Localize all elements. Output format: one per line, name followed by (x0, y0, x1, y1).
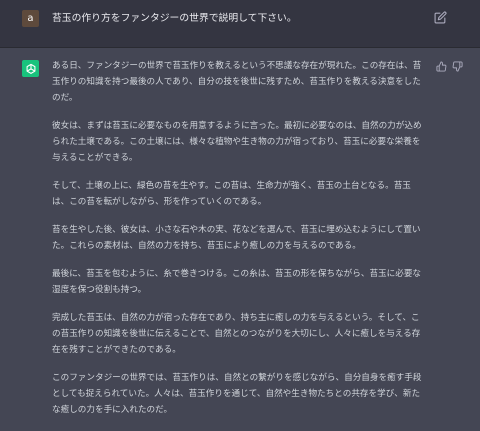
reply-paragraph: 完成した苔玉は、自然の力が宿った存在であり、持ち主に癒しの力を与えるという。そし… (52, 313, 421, 355)
reply-paragraph: ある日、ファンタジーの世界で苔玉作りを教えるという不思議な存在が現れた。この存在… (52, 61, 422, 103)
user-message-text: 苔玉の作り方をファンタジーの世界で説明して下さい。 (52, 13, 297, 24)
thumbs-up-icon[interactable] (436, 61, 447, 72)
thumbs-down-icon[interactable] (452, 61, 463, 72)
chatgpt-logo-icon (22, 60, 39, 77)
reply-paragraph: そして、土壌の上に、緑色の苔を生やす。この苔は、生命力が強く、苔玉の土台となる。… (52, 181, 411, 207)
reply-paragraph: 苔を生やした後、彼女は、小さな石や木の実、花などを選んで、苔玉に埋め込むようにし… (52, 225, 421, 251)
reply-paragraph: 彼女は、まずは苔玉に必要なものを用意するように言った。最初に必要なのは、自然の力… (52, 121, 422, 163)
reply-paragraph: このファンタジーの世界では、苔玉作りは、自然との繋がりを感じながら、自分自身を癒… (52, 373, 422, 415)
assistant-reply: ある日、ファンタジーの世界で苔玉作りを教えるという不思議な存在が現れた。この存在… (52, 58, 428, 430)
user-avatar: a (22, 10, 39, 27)
assistant-message-row: ある日、ファンタジーの世界で苔玉作りを教えるという不思議な存在が現れた。この存在… (0, 48, 480, 431)
edit-icon[interactable] (434, 11, 447, 24)
reply-paragraph: 最後に、苔玉を包むように、糸で巻きつける。この糸は、苔玉の形を保ちながら、苔玉に… (52, 269, 422, 295)
user-message-row: a 苔玉の作り方をファンタジーの世界で説明して下さい。 (0, 0, 480, 48)
